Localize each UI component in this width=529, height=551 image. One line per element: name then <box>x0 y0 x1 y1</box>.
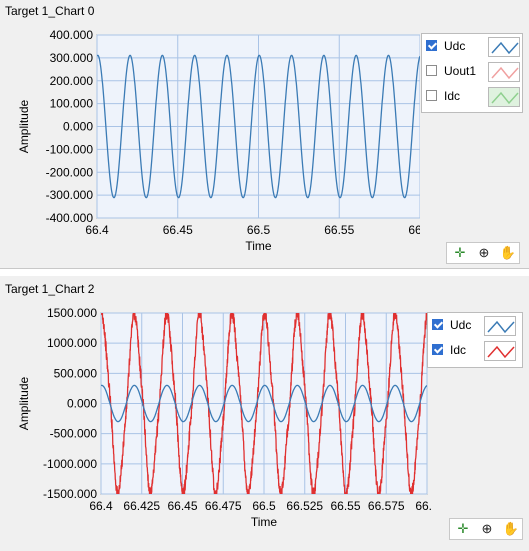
y-axis-label: Amplitude <box>17 377 31 431</box>
graph-palette: ✛ ⊕ ✋ <box>446 242 520 264</box>
y-tick-label: -200.000 <box>46 165 94 179</box>
x-tick-label: 66.425 <box>123 499 160 513</box>
x-axis-label: Time <box>245 239 272 253</box>
y-tick-label: 400.000 <box>50 28 94 42</box>
legend-label: Udc <box>444 39 466 53</box>
y-tick-label: 100.000 <box>50 97 94 111</box>
x-tick-label: 66.5 <box>247 223 271 237</box>
x-tick-label: 66.55 <box>324 223 354 237</box>
x-tick-label: 66.55 <box>330 499 360 513</box>
legend-item-udc[interactable]: Udc <box>428 316 522 336</box>
legend-checkbox[interactable] <box>432 319 443 330</box>
cursor-move-icon[interactable]: ✛ <box>449 244 471 262</box>
x-tick-label: 66.475 <box>205 499 242 513</box>
x-tick-label: 66.6 <box>415 499 432 513</box>
y-tick-label: 200.000 <box>50 74 94 88</box>
y-tick-label: -1000.000 <box>43 457 97 471</box>
pan-hand-icon[interactable]: ✋ <box>497 244 519 262</box>
x-tick-label: 66.6 <box>408 223 420 237</box>
y-tick-label: 300.000 <box>50 51 94 65</box>
x-tick-label: 66.45 <box>163 223 193 237</box>
graph-palette: ✛ ⊕ ✋ <box>449 518 523 540</box>
plot-style-swatch[interactable] <box>484 316 516 336</box>
x-tick-label: 66.4 <box>85 223 109 237</box>
legend: Udc Idc <box>427 312 523 368</box>
legend-checkbox[interactable] <box>426 90 437 101</box>
legend-label: Idc <box>450 343 467 357</box>
x-tick-label: 66.525 <box>286 499 323 513</box>
legend-item-idc[interactable]: Idc <box>428 341 522 361</box>
y-tick-label: 1500.000 <box>47 306 97 320</box>
legend-item-idc[interactable]: Idc <box>422 87 522 107</box>
legend: Udc Uout1 Idc <box>421 33 523 113</box>
legend-item-uout1[interactable]: Uout1 <box>422 62 522 82</box>
legend-checkbox[interactable] <box>426 40 437 51</box>
x-tick-label: 66.4 <box>89 499 113 513</box>
chart-panel-2: Target 1_Chart 2 1500.000 1000.000 500.000… <box>0 276 529 551</box>
y-axis-label: Amplitude <box>17 100 31 154</box>
legend-checkbox[interactable] <box>426 65 437 76</box>
y-tick-label: -100.000 <box>46 142 94 156</box>
cursor-move-icon[interactable]: ✛ <box>452 520 474 538</box>
chart-2-plot[interactable]: 1500.000 1000.000 500.000 0.000 -500.000 -100… <box>0 276 432 551</box>
plot-style-swatch[interactable] <box>488 37 520 57</box>
plot-style-swatch[interactable] <box>484 341 516 361</box>
legend-label: Idc <box>444 89 461 103</box>
y-tick-label: 500.000 <box>54 366 98 380</box>
plot-style-swatch[interactable] <box>488 62 520 82</box>
chart-panel-0: Target 1_Chart 0 400.000 300.000 200.000 10… <box>0 0 529 268</box>
zoom-icon[interactable]: ⊕ <box>476 520 498 538</box>
chart-0-plot[interactable]: 400.000 300.000 200.000 100.000 0.000 -100.00… <box>0 0 420 268</box>
x-tick-label: 66.575 <box>368 499 405 513</box>
y-tick-label: 0.000 <box>67 397 97 411</box>
x-axis-label: Time <box>251 515 278 529</box>
plot-style-swatch[interactable] <box>488 87 520 107</box>
legend-label: Udc <box>450 318 472 332</box>
pan-hand-icon[interactable]: ✋ <box>500 520 522 538</box>
legend-label: Uout1 <box>444 64 477 78</box>
y-tick-label: -500.000 <box>50 427 98 441</box>
x-tick-label: 66.5 <box>252 499 276 513</box>
y-tick-label: 1000.000 <box>47 336 97 350</box>
x-tick-label: 66.45 <box>167 499 197 513</box>
legend-item-udc[interactable]: Udc <box>422 37 522 57</box>
y-tick-label: -300.000 <box>46 188 94 202</box>
legend-checkbox[interactable] <box>432 344 443 355</box>
y-tick-label: 0.000 <box>63 120 93 134</box>
zoom-icon[interactable]: ⊕ <box>473 244 495 262</box>
